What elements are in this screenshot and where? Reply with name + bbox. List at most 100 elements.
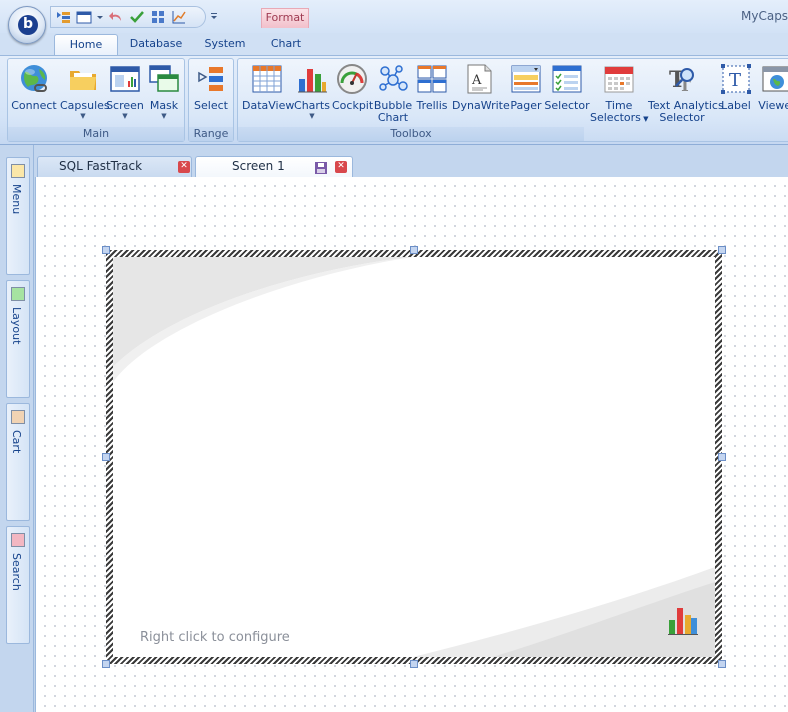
dataview-button[interactable]: DataView xyxy=(242,63,295,127)
resize-handle-bottom[interactable] xyxy=(410,660,418,668)
bar-chart-icon xyxy=(296,63,328,95)
group-toolbox-label: Toolbox xyxy=(238,127,584,141)
resize-handle-bottom-left[interactable] xyxy=(102,660,110,668)
grid-icon xyxy=(251,63,283,95)
time-selectors-button[interactable]: Time Selectors ▼ xyxy=(590,63,649,127)
window-dropdown-icon[interactable] xyxy=(97,9,103,25)
resize-handle-top-left[interactable] xyxy=(102,246,110,254)
time-selectors-label-2: Selectors ▼ xyxy=(590,111,649,124)
cart-square-icon xyxy=(11,410,25,424)
grid-select-icon[interactable] xyxy=(150,9,166,25)
dynawrite-button[interactable]: A DynaWrite xyxy=(452,63,510,127)
resize-handle-top-right[interactable] xyxy=(718,246,726,254)
group-range: Select Range xyxy=(188,58,234,142)
menu-square-icon xyxy=(11,164,25,178)
widget-body[interactable]: Right click to configure xyxy=(113,257,715,657)
pager-button[interactable]: Pager xyxy=(506,63,546,127)
tab-format[interactable]: Format xyxy=(261,8,309,28)
connect-label: Connect xyxy=(11,99,57,112)
connect-button[interactable]: Connect xyxy=(10,63,58,127)
window-layout-icon[interactable] xyxy=(76,9,92,25)
doc-tab-sql-fasttrack-label: SQL FastTrack xyxy=(59,159,143,173)
trellis-label: Trellis xyxy=(416,99,448,112)
resize-handle-top[interactable] xyxy=(410,246,418,254)
gauge-icon xyxy=(336,63,368,95)
resize-handle-left[interactable] xyxy=(102,453,110,461)
windows-icon xyxy=(148,63,180,95)
tab-chart[interactable]: Chart xyxy=(264,34,308,56)
charts-dropdown-icon[interactable]: ▼ xyxy=(292,112,332,120)
svg-text:T: T xyxy=(729,70,741,91)
calendar-icon xyxy=(603,63,635,95)
tab-system[interactable]: System xyxy=(200,34,250,56)
mask-button[interactable]: Mask ▼ xyxy=(146,63,182,127)
trellis-button[interactable]: Trellis xyxy=(414,63,450,127)
selector-label: Selector xyxy=(544,99,590,112)
new-capsule-icon[interactable] xyxy=(55,9,71,25)
window-title: MyCapsu xyxy=(741,9,788,23)
close-icon[interactable]: ✕ xyxy=(335,161,347,173)
side-tab-cart[interactable]: Cart xyxy=(6,403,30,521)
range-select-icon xyxy=(195,63,227,95)
globe-icon xyxy=(18,63,50,95)
side-tab-search-label: Search xyxy=(10,553,23,591)
svg-text:A: A xyxy=(471,73,482,88)
select-label: Select xyxy=(194,99,228,112)
capsules-dropdown-icon[interactable]: ▼ xyxy=(60,112,106,120)
screen-dropdown-icon[interactable]: ▼ xyxy=(106,112,144,120)
side-tab-search[interactable]: Search xyxy=(6,526,30,644)
bubble-chart-icon xyxy=(377,63,409,95)
resize-handle-bottom-right[interactable] xyxy=(718,660,726,668)
doc-tab-screen-1-label: Screen 1 xyxy=(232,159,285,173)
viewer-button[interactable]: Viewer xyxy=(756,63,788,127)
bubble-chart-label-2: Chart xyxy=(377,111,409,124)
side-tab-menu[interactable]: Menu xyxy=(6,157,30,275)
capsules-button[interactable]: Capsules ▼ xyxy=(60,63,110,127)
app-logo-icon: b xyxy=(18,15,38,35)
text-analytics-selector-button[interactable]: TT Text Analytics Selector xyxy=(648,63,724,127)
label-icon: T xyxy=(720,63,752,95)
search-square-icon xyxy=(11,533,25,547)
dataview-label: DataView xyxy=(242,99,295,112)
group-toolbox: DataView Charts ▼ Cockpit Bubble Chart T… xyxy=(237,58,788,142)
screen-button[interactable]: Screen ▼ xyxy=(106,63,144,127)
close-icon[interactable]: ✕ xyxy=(178,161,190,173)
chart-placeholder-widget[interactable]: Right click to configure xyxy=(106,250,722,664)
screen-label: Screen xyxy=(106,99,144,112)
bubble-chart-button[interactable]: Bubble Chart xyxy=(372,63,414,127)
mask-dropdown-icon[interactable]: ▼ xyxy=(146,112,182,120)
viewer-label: Viewer xyxy=(758,99,788,112)
ribbon-tab-strip: Home Database System Chart xyxy=(0,33,788,56)
capsules-label: Capsules xyxy=(60,99,110,112)
cockpit-button[interactable]: Cockpit xyxy=(332,63,374,127)
label-button[interactable]: T Label xyxy=(718,63,754,127)
selector-button[interactable]: Selector xyxy=(544,63,590,127)
save-icon[interactable] xyxy=(315,161,327,174)
screen-icon xyxy=(109,63,141,95)
tab-home[interactable]: Home xyxy=(54,34,118,56)
doc-tab-sql-fasttrack[interactable]: SQL FastTrack ✕ xyxy=(37,156,192,177)
side-tab-cart-label: Cart xyxy=(10,430,23,454)
app-menu-button[interactable]: b xyxy=(8,6,46,44)
customize-toolbar-icon[interactable] xyxy=(209,10,219,24)
ribbon: Connect Capsules ▼ Screen ▼ Mask ▼ Main xyxy=(0,55,788,145)
charts-button[interactable]: Charts ▼ xyxy=(292,63,332,127)
tab-database[interactable]: Database xyxy=(126,34,186,56)
mask-label: Mask xyxy=(149,99,179,112)
chart-edit-icon[interactable] xyxy=(171,9,187,25)
side-tab-layout-label: Layout xyxy=(10,307,23,345)
resize-handle-right[interactable] xyxy=(718,453,726,461)
label-label: Label xyxy=(721,99,751,112)
configure-hint: Right click to configure xyxy=(140,630,290,645)
group-main-label: Main xyxy=(8,127,184,141)
cockpit-label: Cockpit xyxy=(332,99,374,112)
viewer-icon xyxy=(761,63,788,95)
title-bar: b Format MyCapsu xyxy=(0,0,788,44)
undo-icon[interactable] xyxy=(108,9,124,25)
doc-tab-screen-1[interactable]: Screen 1 ✕ xyxy=(195,156,353,177)
document-icon: A xyxy=(463,63,495,95)
bar-chart-icon xyxy=(668,608,698,635)
select-range-button[interactable]: Select xyxy=(191,63,231,127)
check-icon[interactable] xyxy=(129,9,145,25)
side-tab-layout[interactable]: Layout xyxy=(6,280,30,398)
